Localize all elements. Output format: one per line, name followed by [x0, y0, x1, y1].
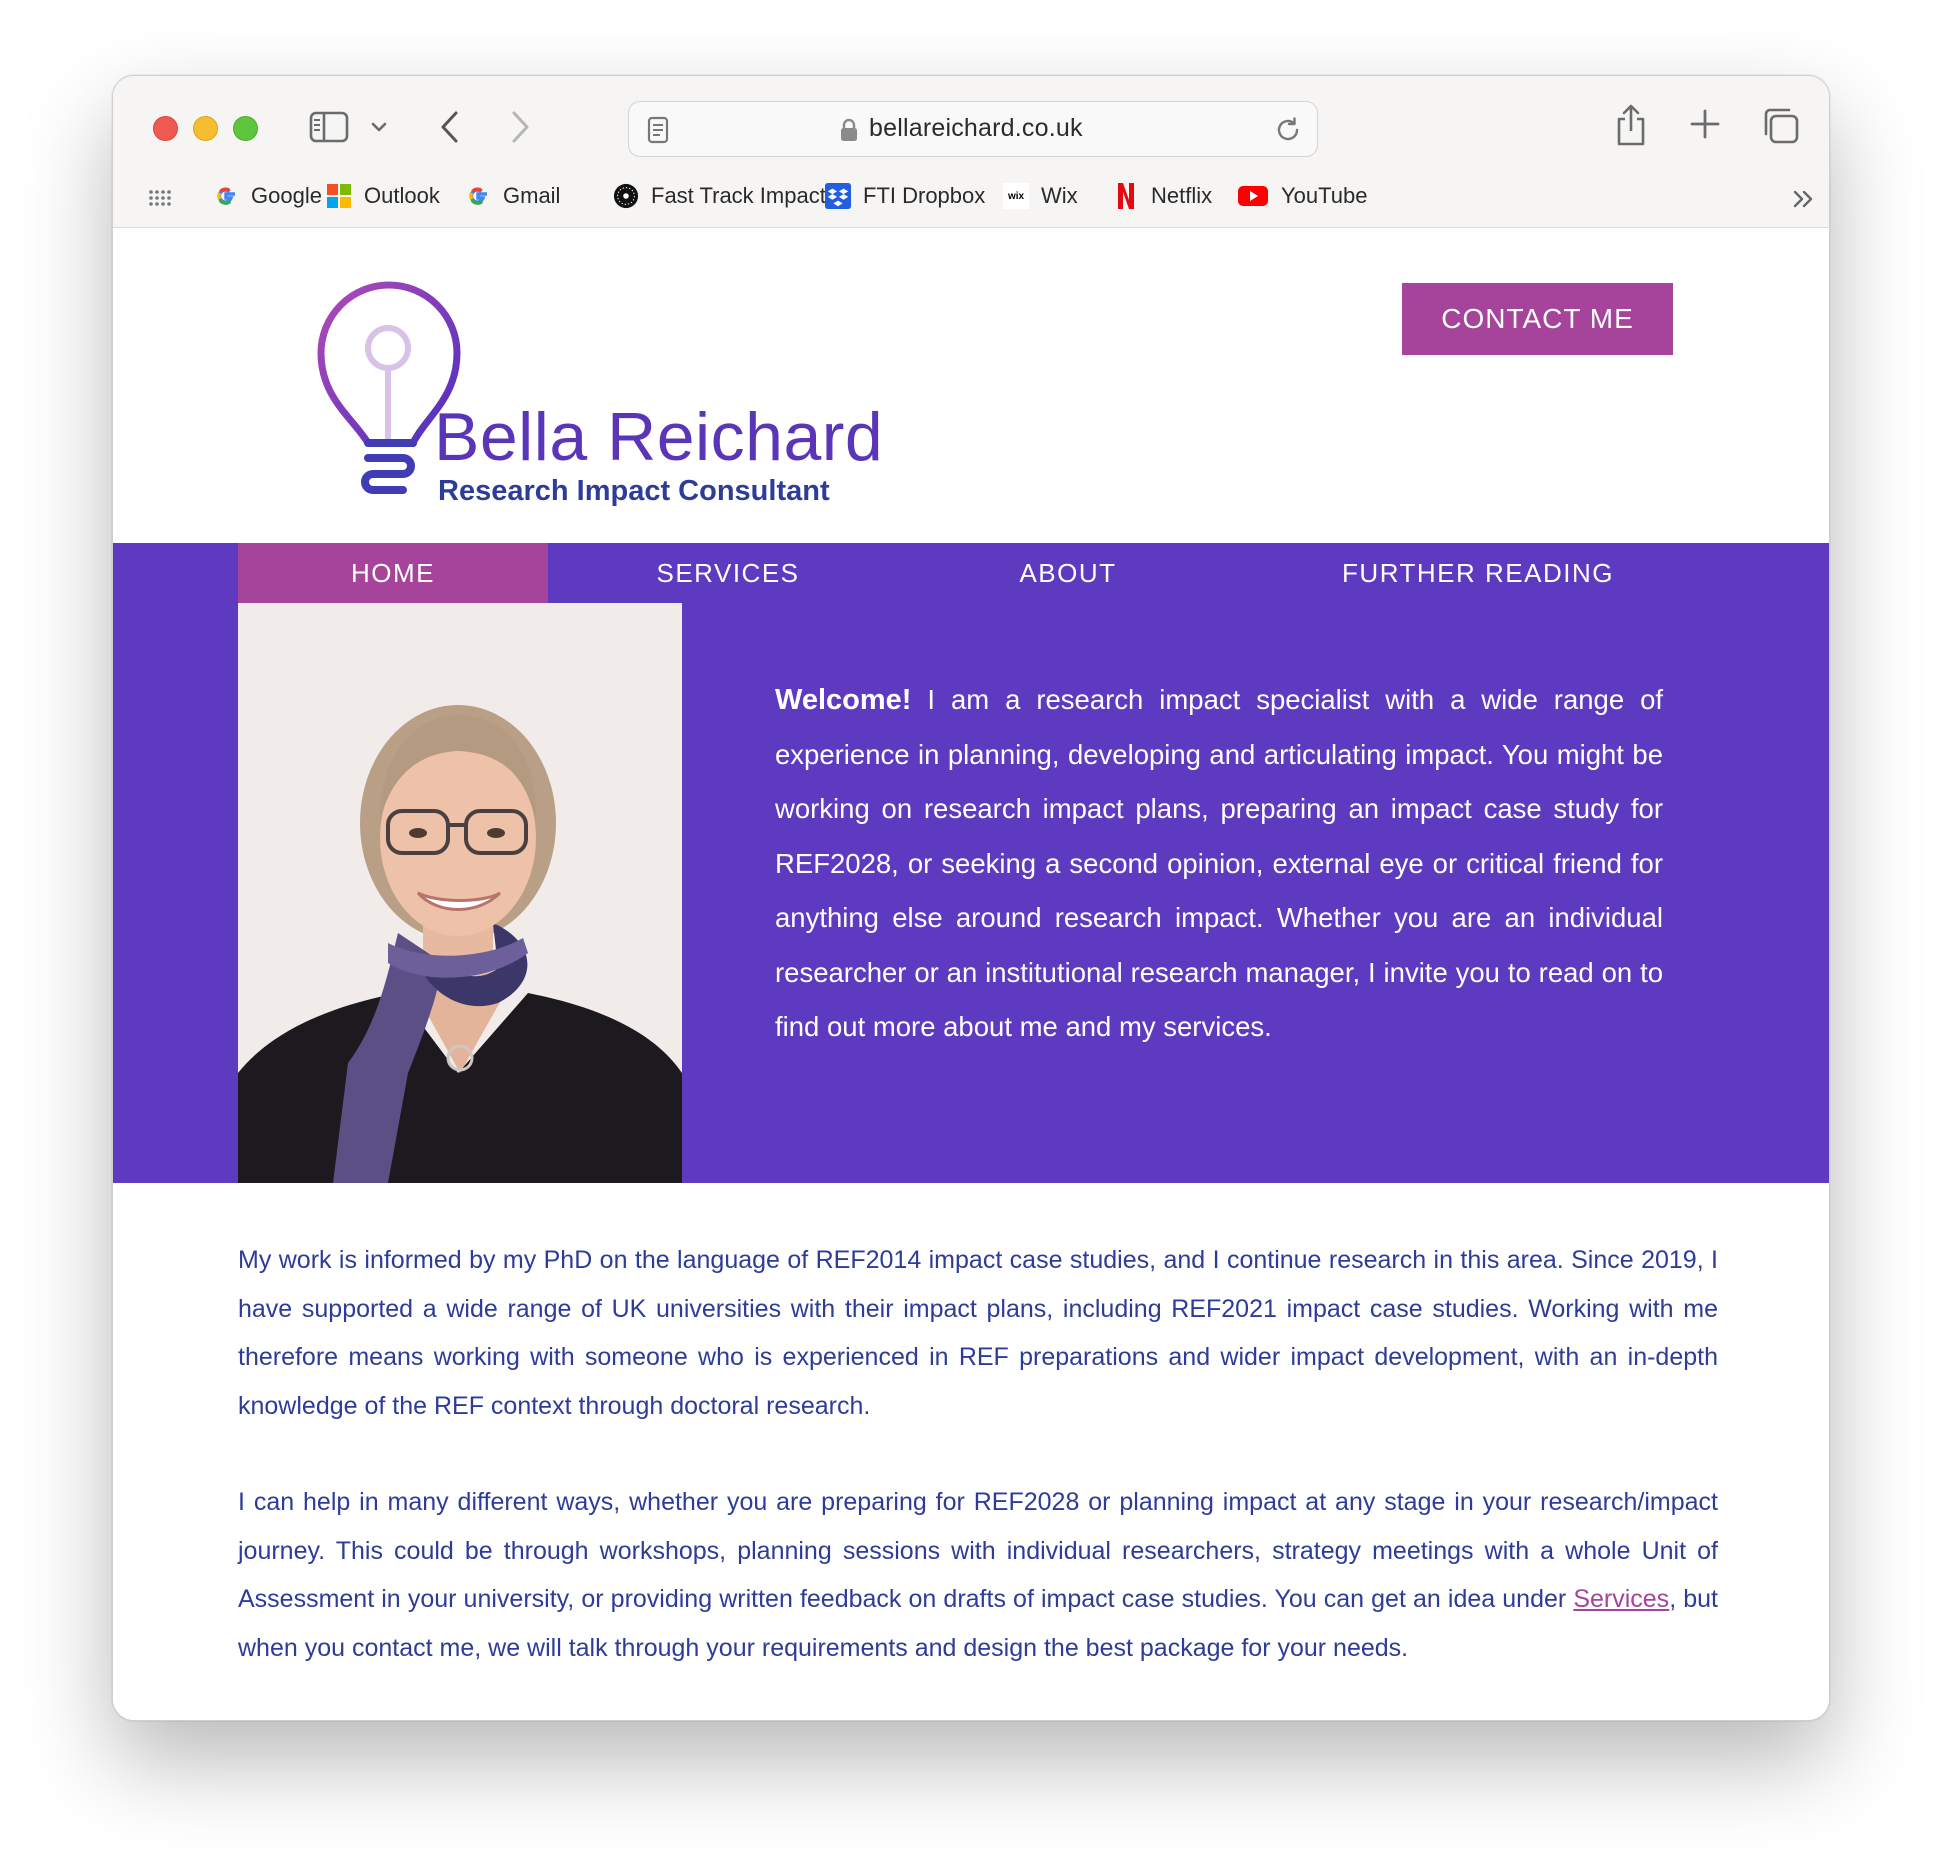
more-bookmarks-icon[interactable] [1789, 184, 1819, 214]
google-icon [213, 183, 239, 209]
url-text[interactable]: bellareichard.co.uk [869, 114, 1083, 143]
nav-about[interactable]: ABOUT [908, 543, 1228, 603]
youtube-icon [1237, 183, 1269, 209]
services-link[interactable]: Services [1573, 1585, 1669, 1613]
fast-track-impact-icon [613, 183, 639, 209]
bookmark-label: FTI Dropbox [863, 183, 986, 208]
main-nav: HOME SERVICES ABOUT FURTHER READING [238, 543, 1718, 603]
bookmark-label: Gmail [503, 183, 561, 208]
browser-toolbar: bellareichard.co.uk Google Outlook Gmail… [113, 76, 1829, 228]
new-tab-plus-icon[interactable] [1687, 106, 1723, 142]
bookmark-label: Fast Track Impact [651, 183, 826, 208]
address-bar[interactable]: bellareichard.co.uk [628, 101, 1318, 157]
bookmarks-bar: Google Outlook Gmail Fast Track Impact F… [113, 176, 1829, 216]
welcome-heading: Welcome! [775, 684, 912, 716]
zoom-window-button[interactable] [233, 116, 258, 141]
bookmark-youtube[interactable]: YouTube [1237, 180, 1367, 212]
welcome-body: I am a research impact specialist with a… [775, 684, 1663, 1042]
intro-paragraph-2: I can help in many different ways, wheth… [238, 1478, 1718, 1672]
bookmark-label: Wix [1041, 183, 1078, 208]
paragraph-text: I can help in many different ways, wheth… [238, 1488, 1718, 1613]
profile-photo [238, 603, 682, 1183]
dropbox-icon [825, 183, 851, 209]
reload-icon[interactable] [1273, 115, 1303, 145]
bookmark-label: Google [251, 183, 322, 208]
nav-home[interactable]: HOME [238, 543, 548, 603]
welcome-text: Welcome! I am a research impact speciali… [775, 673, 1663, 1055]
share-icon[interactable] [1613, 102, 1649, 148]
brand-tagline: Research Impact Consultant [438, 475, 830, 507]
bookmark-fast-track-impact[interactable]: Fast Track Impact [613, 180, 826, 212]
sidebar-toggle-icon[interactable] [309, 110, 349, 144]
google-icon [465, 183, 491, 209]
web-page: Bella Reichard Research Impact Consultan… [113, 228, 1829, 1720]
wix-icon: wix [1003, 183, 1029, 209]
tab-overview-icon[interactable] [1761, 106, 1801, 146]
reader-icon[interactable] [645, 116, 671, 144]
bookmark-fti-dropbox[interactable]: FTI Dropbox [825, 180, 985, 212]
brand-name[interactable]: Bella Reichard [434, 398, 883, 476]
bookmark-wix[interactable]: wix Wix [1003, 180, 1078, 212]
forward-arrow-icon[interactable] [505, 108, 535, 146]
bookmark-google[interactable]: Google [213, 180, 322, 212]
hero-section: HOME SERVICES ABOUT FURTHER READING Welc… [113, 543, 1829, 1183]
bookmark-label: YouTube [1281, 183, 1368, 208]
apps-grid-icon[interactable] [147, 184, 173, 210]
bookmark-gmail[interactable]: Gmail [465, 180, 560, 212]
bookmark-outlook[interactable]: Outlook [326, 180, 440, 212]
browser-window: bellareichard.co.uk Google Outlook Gmail… [112, 75, 1830, 1721]
netflix-icon [1113, 183, 1139, 209]
outlook-icon [326, 183, 352, 209]
bookmark-netflix[interactable]: Netflix [1113, 180, 1212, 212]
lock-icon [839, 118, 859, 142]
close-window-button[interactable] [153, 116, 178, 141]
intro-paragraph-1: My work is informed by my PhD on the lan… [238, 1246, 1718, 1420]
nav-further-reading[interactable]: FURTHER READING [1248, 543, 1708, 603]
bookmark-label: Outlook [364, 183, 440, 208]
chevron-down-icon[interactable] [367, 114, 391, 140]
bookmark-label: Netflix [1151, 183, 1213, 208]
back-arrow-icon[interactable] [435, 108, 465, 146]
contact-me-button[interactable]: CONTACT ME [1402, 283, 1673, 355]
minimize-window-button[interactable] [193, 116, 218, 141]
nav-services[interactable]: SERVICES [568, 543, 888, 603]
